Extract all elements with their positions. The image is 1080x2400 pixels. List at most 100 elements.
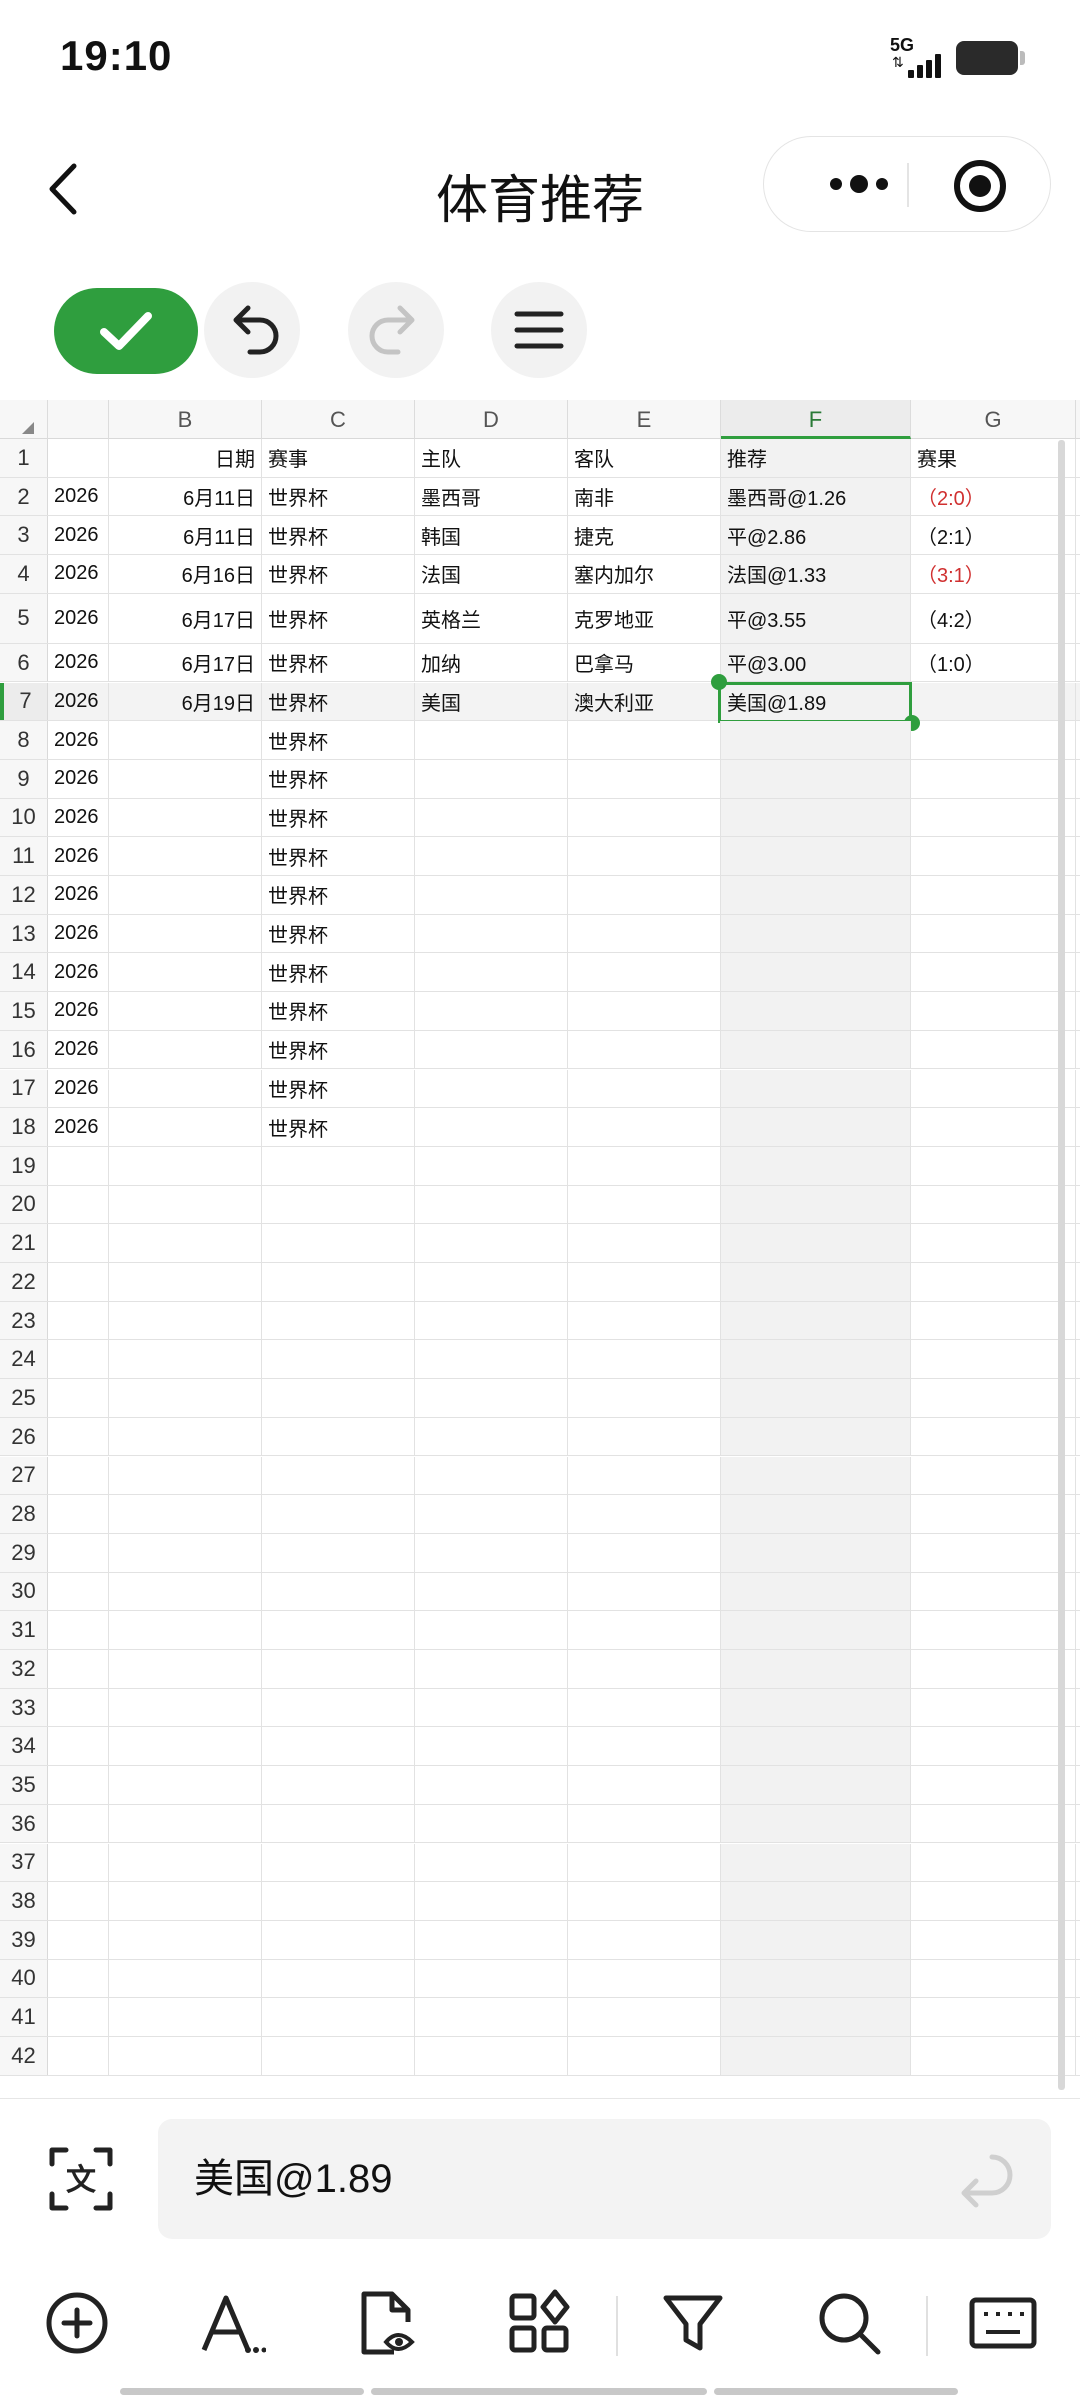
- filter-icon[interactable]: [658, 2288, 728, 2358]
- cell[interactable]: [568, 1417, 721, 1456]
- cell[interactable]: [109, 1495, 262, 1533]
- cell[interactable]: [721, 1146, 911, 1185]
- cell[interactable]: 2026: [48, 555, 109, 593]
- cell[interactable]: [415, 1920, 568, 1959]
- cell[interactable]: [415, 759, 568, 798]
- cell[interactable]: [721, 1804, 911, 1843]
- cell[interactable]: [109, 1727, 262, 1766]
- cell[interactable]: 2026: [48, 516, 109, 555]
- cell[interactable]: [415, 1727, 568, 1766]
- cell[interactable]: [415, 1456, 568, 1495]
- row-header[interactable]: 8: [0, 721, 48, 759]
- cell[interactable]: [415, 1533, 568, 1572]
- menu-button[interactable]: [491, 282, 587, 378]
- cell[interactable]: [415, 1108, 568, 1146]
- cell[interactable]: [109, 1301, 262, 1340]
- row-header[interactable]: 23: [0, 1301, 48, 1340]
- cell[interactable]: [48, 1920, 109, 1959]
- cell[interactable]: [568, 992, 721, 1030]
- cell[interactable]: [911, 1495, 1076, 1533]
- row-header[interactable]: 5: [0, 593, 48, 643]
- cell[interactable]: （2:1）: [911, 516, 1076, 555]
- cell[interactable]: 2026: [48, 593, 109, 643]
- cell[interactable]: [568, 1263, 721, 1301]
- cell[interactable]: [911, 1146, 1076, 1185]
- cell[interactable]: [109, 1572, 262, 1611]
- row-header[interactable]: 21: [0, 1224, 48, 1262]
- cell[interactable]: [109, 1611, 262, 1649]
- cell[interactable]: [109, 1882, 262, 1920]
- cell[interactable]: [568, 1959, 721, 1998]
- close-target-icon[interactable]: [954, 160, 1006, 212]
- cell[interactable]: [415, 1379, 568, 1417]
- cell[interactable]: [415, 992, 568, 1030]
- cell[interactable]: [721, 1108, 911, 1146]
- cell[interactable]: [109, 1688, 262, 1727]
- cell-content-input[interactable]: [158, 2119, 1051, 2239]
- cell[interactable]: 2026: [48, 876, 109, 914]
- cell[interactable]: [48, 1650, 109, 1688]
- column-header-c[interactable]: C: [262, 400, 415, 439]
- keyboard-icon[interactable]: [968, 2288, 1038, 2358]
- cell[interactable]: [911, 1959, 1076, 1998]
- cell[interactable]: [415, 914, 568, 953]
- cell[interactable]: [262, 1998, 415, 2036]
- cell[interactable]: 巴拿马: [568, 643, 721, 682]
- cell[interactable]: 世界杯: [262, 914, 415, 953]
- cell[interactable]: 客队: [568, 439, 721, 477]
- cell[interactable]: [911, 2037, 1076, 2075]
- cell[interactable]: [262, 1650, 415, 1688]
- cell[interactable]: [109, 1920, 262, 1959]
- cell[interactable]: [262, 1766, 415, 1804]
- search-icon[interactable]: [814, 2288, 884, 2358]
- cell[interactable]: [911, 1340, 1076, 1379]
- cell[interactable]: [415, 1843, 568, 1882]
- cell[interactable]: [48, 1185, 109, 1224]
- cell[interactable]: [721, 1263, 911, 1301]
- cell[interactable]: [109, 1650, 262, 1688]
- cell[interactable]: [262, 1495, 415, 1533]
- cell[interactable]: 2026: [48, 721, 109, 759]
- cell[interactable]: [721, 1456, 911, 1495]
- cell[interactable]: [109, 1263, 262, 1301]
- cell[interactable]: [415, 1224, 568, 1262]
- select-all-corner[interactable]: [0, 400, 48, 439]
- cell[interactable]: [911, 837, 1076, 875]
- redo-button[interactable]: [348, 282, 444, 378]
- cell[interactable]: [721, 1920, 911, 1959]
- cell[interactable]: [415, 1185, 568, 1224]
- cell[interactable]: [568, 1727, 721, 1766]
- row-header[interactable]: 35: [0, 1766, 48, 1804]
- row-header[interactable]: 32: [0, 1650, 48, 1688]
- cell[interactable]: [415, 1301, 568, 1340]
- cell[interactable]: 法国: [415, 555, 568, 593]
- cell[interactable]: [721, 953, 911, 992]
- cell[interactable]: [568, 1688, 721, 1727]
- row-header[interactable]: 3: [0, 516, 48, 555]
- cell[interactable]: [109, 759, 262, 798]
- cell[interactable]: [721, 721, 911, 759]
- cell[interactable]: [48, 1766, 109, 1804]
- cell[interactable]: [721, 1959, 911, 1998]
- cell[interactable]: [415, 2037, 568, 2075]
- cell[interactable]: [911, 1030, 1076, 1069]
- cell[interactable]: [262, 1611, 415, 1649]
- cell[interactable]: [568, 1379, 721, 1417]
- column-header-e[interactable]: E: [568, 400, 721, 439]
- cell[interactable]: [568, 1030, 721, 1069]
- cell[interactable]: 世界杯: [262, 477, 415, 516]
- cell[interactable]: [415, 1495, 568, 1533]
- cell[interactable]: 世界杯: [262, 992, 415, 1030]
- cell[interactable]: [911, 1108, 1076, 1146]
- cell[interactable]: 世界杯: [262, 682, 415, 721]
- cell[interactable]: [415, 1030, 568, 1069]
- cell[interactable]: 世界杯: [262, 1030, 415, 1069]
- cell[interactable]: [48, 1959, 109, 1998]
- cell[interactable]: [109, 1224, 262, 1262]
- row-header[interactable]: 7: [0, 682, 48, 721]
- cell[interactable]: [911, 1185, 1076, 1224]
- cell[interactable]: 英格兰: [415, 593, 568, 643]
- cell[interactable]: [415, 1650, 568, 1688]
- cell[interactable]: [911, 1456, 1076, 1495]
- cell[interactable]: [262, 1804, 415, 1843]
